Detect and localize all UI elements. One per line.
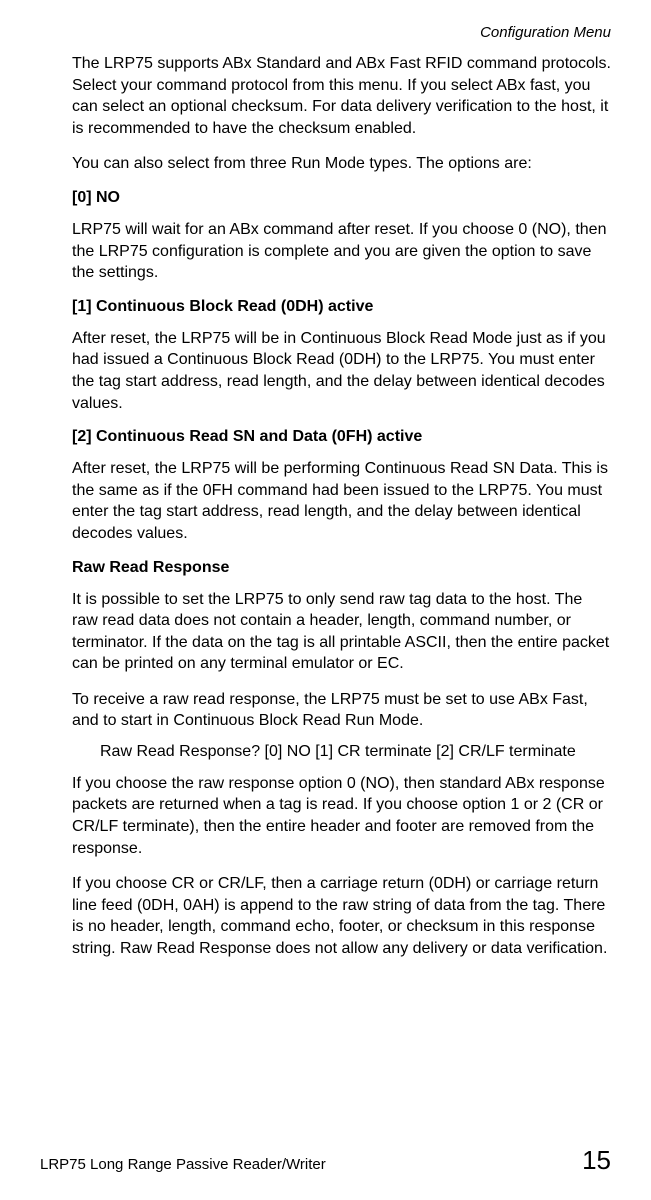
paragraph: The LRP75 supports ABx Standard and ABx … (72, 53, 611, 139)
paragraph: After reset, the LRP75 will be performin… (72, 458, 611, 544)
prompt-text: Raw Read Response? [0] NO [1] CR termina… (100, 742, 611, 763)
paragraph: To receive a raw read response, the LRP7… (72, 689, 611, 732)
option-heading-1: [1] Continuous Block Read (0DH) active (72, 298, 611, 316)
page-container: Configuration Menu The LRP75 supports AB… (0, 0, 651, 1200)
running-header: Configuration Menu (72, 24, 611, 41)
option-heading-2: [2] Continuous Read SN and Data (0FH) ac… (72, 428, 611, 446)
page-footer: LRP75 Long Range Passive Reader/Writer 1… (40, 1145, 611, 1176)
section-heading-raw-read: Raw Read Response (72, 559, 611, 577)
page-number: 15 (582, 1145, 611, 1176)
option-heading-0: [0] NO (72, 189, 611, 207)
paragraph: You can also select from three Run Mode … (72, 153, 611, 175)
paragraph: If you choose CR or CR/LF, then a carria… (72, 873, 611, 959)
footer-title: LRP75 Long Range Passive Reader/Writer (40, 1156, 326, 1173)
paragraph: LRP75 will wait for an ABx command after… (72, 219, 611, 284)
paragraph: After reset, the LRP75 will be in Contin… (72, 328, 611, 414)
paragraph: It is possible to set the LRP75 to only … (72, 589, 611, 675)
paragraph: If you choose the raw response option 0 … (72, 773, 611, 859)
